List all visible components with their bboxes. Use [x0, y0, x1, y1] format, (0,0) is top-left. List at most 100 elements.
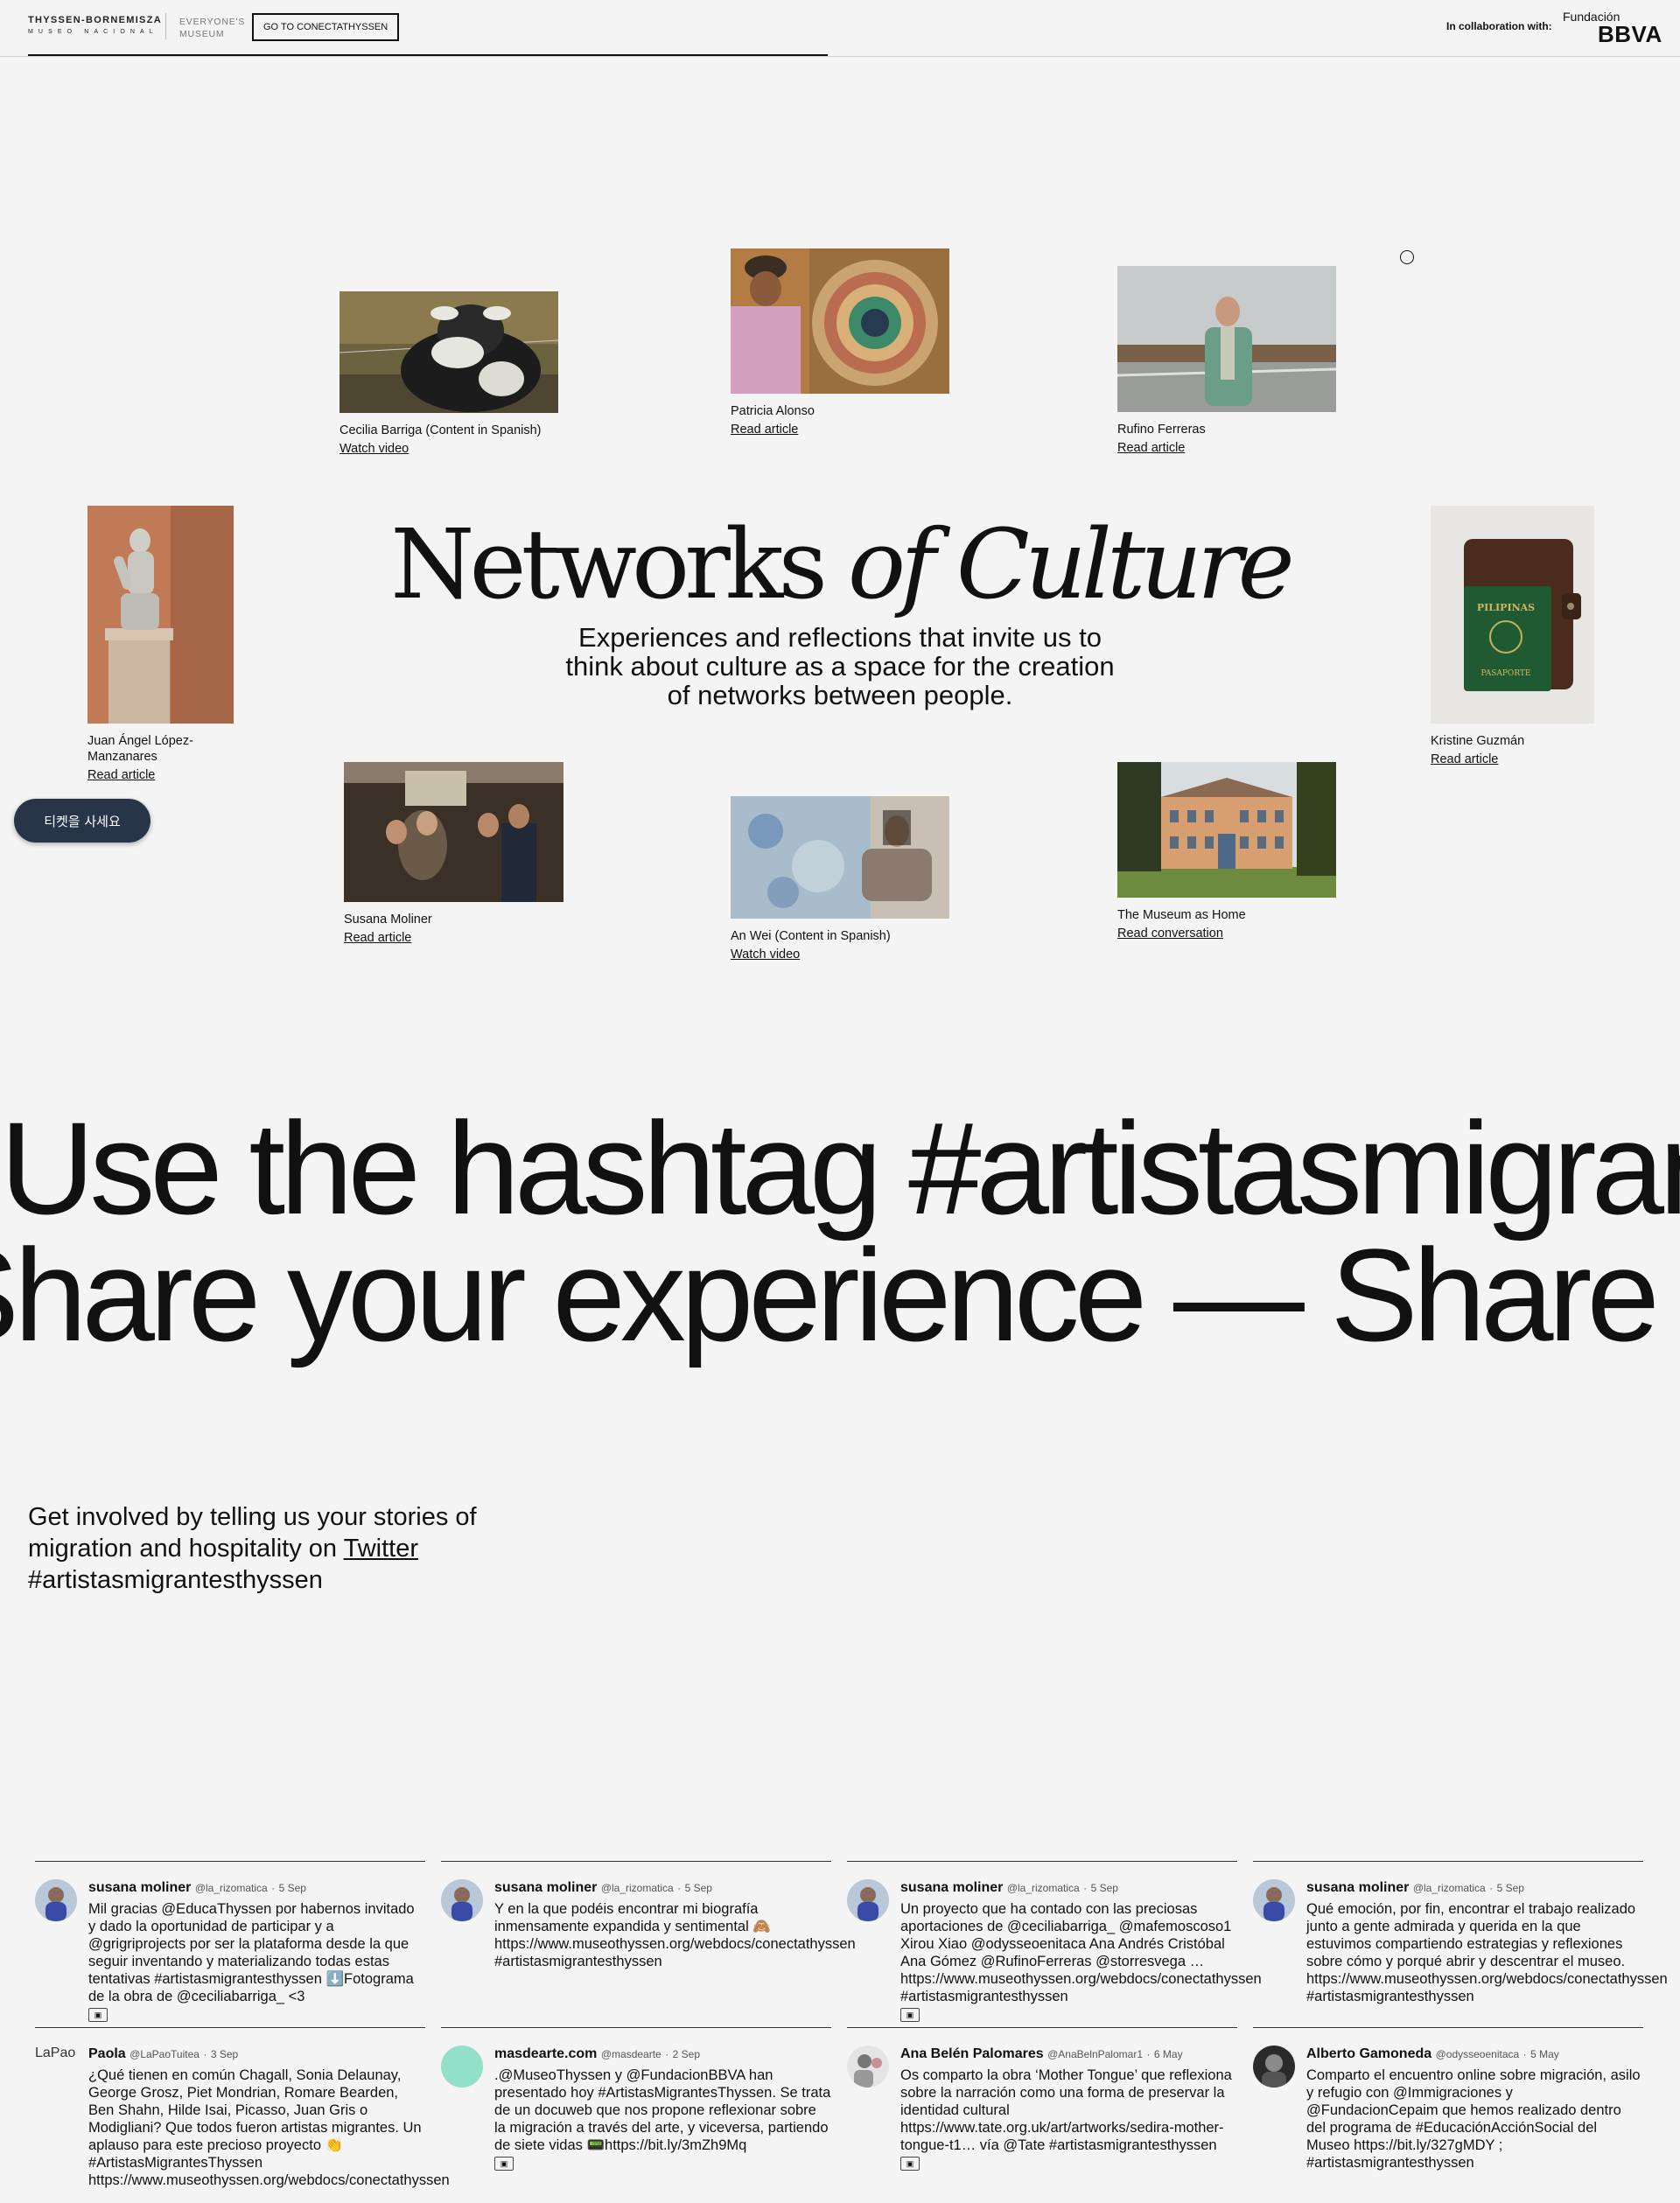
twitter-link[interactable]: Twitter — [344, 1535, 418, 1563]
get-involved-text: Get involved by telling us your stories … — [28, 1501, 570, 1596]
passport-bottom-text: PASAPORTE — [1480, 669, 1530, 678]
tweet-handle[interactable]: @la_rizomatica — [1007, 1882, 1080, 1894]
tweet-card[interactable]: susana moliner @la_rizomatica · 5 Sep Qu… — [1253, 1861, 1668, 2005]
tweet-handle[interactable]: @la_rizomatica — [1413, 1882, 1486, 1894]
card-name: Juan Ángel López-Manzanares — [88, 734, 193, 764]
tweet-username[interactable]: susana moliner — [494, 1880, 597, 1895]
tweet-text: Mil gracias @EducaThyssen por habernos i… — [88, 1901, 415, 2004]
card-name: Patricia Alonso — [731, 404, 815, 418]
card-image-cow[interactable] — [340, 291, 558, 413]
page-subtitle: Experiences and reflections that invite … — [565, 622, 1115, 710]
card-image-drum-player[interactable] — [731, 248, 949, 394]
card-rufino-ferreras[interactable]: Rufino Ferreras Read article — [1117, 266, 1336, 455]
tweet-username[interactable]: susana moliner — [1306, 1880, 1409, 1895]
collaboration-label: In collaboration with: — [1446, 20, 1552, 32]
tweet-username[interactable]: Ana Belén Palomares — [900, 2046, 1044, 2061]
card-museum-as-home[interactable]: The Museum as Home Read conversation — [1117, 762, 1336, 941]
tweet-text: Qué emoción, por fin, encontrar el traba… — [1306, 1901, 1668, 2004]
card-name: Kristine Guzmán — [1431, 734, 1525, 748]
avatar[interactable] — [441, 1879, 483, 1921]
tweet-text: ¿Qué tienen en común Chagall, Sonia Dela… — [88, 2067, 450, 2188]
museum-logo[interactable]: THYSSEN-BORNEMISZA MUSEO NACIONAL — [28, 15, 162, 35]
watch-video-link[interactable]: Watch video — [731, 948, 949, 962]
tweet-date[interactable]: 5 May — [1530, 2048, 1559, 2060]
tweet-handle[interactable]: @odysseoenitaca — [1436, 2048, 1520, 2060]
tweet-card[interactable]: masdearte.com @masdearte · 2 Sep .@Museo… — [441, 2027, 831, 2172]
card-name: Cecilia Barriga (Content in Spanish) — [340, 423, 542, 437]
marquee-line1: Use the hashtag #artistasmigrantesthysse… — [0, 1095, 1680, 1241]
read-article-link[interactable]: Read article — [731, 423, 949, 437]
avatar[interactable] — [1253, 2046, 1295, 2088]
card-name: Susana Moliner — [344, 913, 432, 927]
read-article-link[interactable]: Read article — [88, 768, 228, 782]
tweet-handle[interactable]: @LaPaoTuitea — [130, 2048, 200, 2060]
progress-underline — [28, 54, 828, 56]
avatar[interactable] — [35, 1879, 77, 1921]
page-title: Networks of Culture — [0, 499, 1680, 630]
card-name: Rufino Ferreras — [1117, 423, 1206, 437]
tweet-username[interactable]: susana moliner — [88, 1880, 191, 1895]
tweet-text: Un proyecto que ha contado con las preci… — [900, 1901, 1262, 2004]
involved-hashtag: #artistasmigrantesthyssen — [28, 1566, 323, 1594]
tweet-date[interactable]: 5 Sep — [1091, 1882, 1118, 1894]
logo-divider — [165, 13, 166, 39]
read-article-link[interactable]: Read article — [1431, 752, 1594, 766]
card-image-painter[interactable] — [731, 796, 949, 919]
read-article-link[interactable]: Read article — [344, 931, 564, 945]
logo-sub-text: MUSEO NACIONAL — [28, 29, 158, 35]
share-marquee: Share your experience — Share your exper… — [0, 1220, 1680, 1369]
card-name: The Museum as Home — [1117, 908, 1246, 922]
avatar[interactable] — [441, 2046, 483, 2088]
tweet-card[interactable]: susana moliner @la_rizomatica · 5 Sep Un… — [847, 1861, 1262, 2023]
tweet-text: Comparto el encuentro online sobre migra… — [1306, 2067, 1641, 2171]
tweet-card[interactable]: Alberto Gamoneda @odysseoenitaca · 5 May… — [1253, 2027, 1643, 2172]
everyones-museum-label: EVERYONE'S MUSEUM — [179, 16, 245, 40]
tweet-text: Y en la que podéis encontrar mi biografí… — [494, 1901, 856, 1969]
tweet-date[interactable]: 3 Sep — [211, 2048, 238, 2060]
tweet-handle[interactable]: @la_rizomatica — [195, 1882, 268, 1894]
avatar[interactable] — [1253, 1879, 1295, 1921]
card-name: An Wei (Content in Spanish) — [731, 929, 891, 943]
avatar-broken-image[interactable]: LaPao — [35, 2046, 75, 2061]
tweet-handle[interactable]: @AnaBelnPalomar1 — [1047, 2048, 1143, 2060]
media-icon[interactable]: ▣ — [494, 2156, 514, 2171]
card-image-train[interactable] — [344, 762, 564, 902]
tweet-username[interactable]: Alberto Gamoneda — [1306, 2046, 1432, 2061]
tweet-username[interactable]: susana moliner — [900, 1880, 1003, 1895]
avatar[interactable] — [847, 2046, 889, 2088]
go-to-conectathyssen-button[interactable]: GO TO CONECTATHYSSEN — [252, 13, 400, 41]
marquee-line2: Share your experience — Share your exper… — [0, 1221, 1680, 1368]
tweet-handle[interactable]: @la_rizomatica — [601, 1882, 674, 1894]
watch-video-link[interactable]: Watch video — [340, 442, 558, 456]
tweet-username[interactable]: masdearte.com — [494, 2046, 597, 2061]
tweet-card[interactable]: susana moliner @la_rizomatica · 5 Sep Mi… — [35, 1861, 425, 2023]
media-icon[interactable]: ▣ — [900, 2007, 920, 2022]
everyones-line2: MUSEUM — [179, 29, 225, 39]
read-conversation-link[interactable]: Read conversation — [1117, 927, 1336, 941]
tweet-date[interactable]: 5 Sep — [1497, 1882, 1524, 1894]
cursor-ring-icon — [1400, 250, 1414, 264]
card-an-wei[interactable]: An Wei (Content in Spanish) Watch video — [731, 796, 949, 962]
card-image-man-bridge[interactable] — [1117, 266, 1336, 412]
tweet-card[interactable]: Ana Belén Palomares @AnaBelnPalomar1 · 6… — [847, 2027, 1237, 2172]
card-image-museum-building[interactable] — [1117, 762, 1336, 898]
tweet-card[interactable]: LaPao Paola @LaPaoTuitea · 3 Sep ¿Qué ti… — [35, 2027, 450, 2189]
media-icon[interactable]: ▣ — [88, 2007, 108, 2022]
card-cecilia-barriga[interactable]: Cecilia Barriga (Content in Spanish) Wat… — [340, 291, 558, 456]
tweet-handle[interactable]: @masdearte — [601, 2048, 662, 2060]
read-article-link[interactable]: Read article — [1117, 441, 1336, 455]
card-patricia-alonso[interactable]: Patricia Alonso Read article — [731, 248, 949, 437]
bbva-logo[interactable]: BBVA — [1598, 21, 1662, 48]
everyones-line1: EVERYONE'S — [179, 17, 246, 27]
tweet-date[interactable]: 5 Sep — [279, 1882, 306, 1894]
tweet-date[interactable]: 6 May — [1154, 2048, 1183, 2060]
avatar[interactable] — [847, 1879, 889, 1921]
tweet-card[interactable]: susana moliner @la_rizomatica · 5 Sep Y … — [441, 1861, 856, 1970]
tweet-username[interactable]: Paola — [88, 2046, 126, 2061]
media-icon[interactable]: ▣ — [900, 2156, 920, 2171]
logo-main-text: THYSSEN-BORNEMISZA — [28, 15, 162, 25]
tweet-date[interactable]: 2 Sep — [673, 2048, 700, 2060]
card-susana-moliner[interactable]: Susana Moliner Read article — [344, 762, 564, 945]
buy-tickets-button[interactable]: 티켓을 사세요 — [14, 799, 150, 843]
tweet-date[interactable]: 5 Sep — [685, 1882, 712, 1894]
